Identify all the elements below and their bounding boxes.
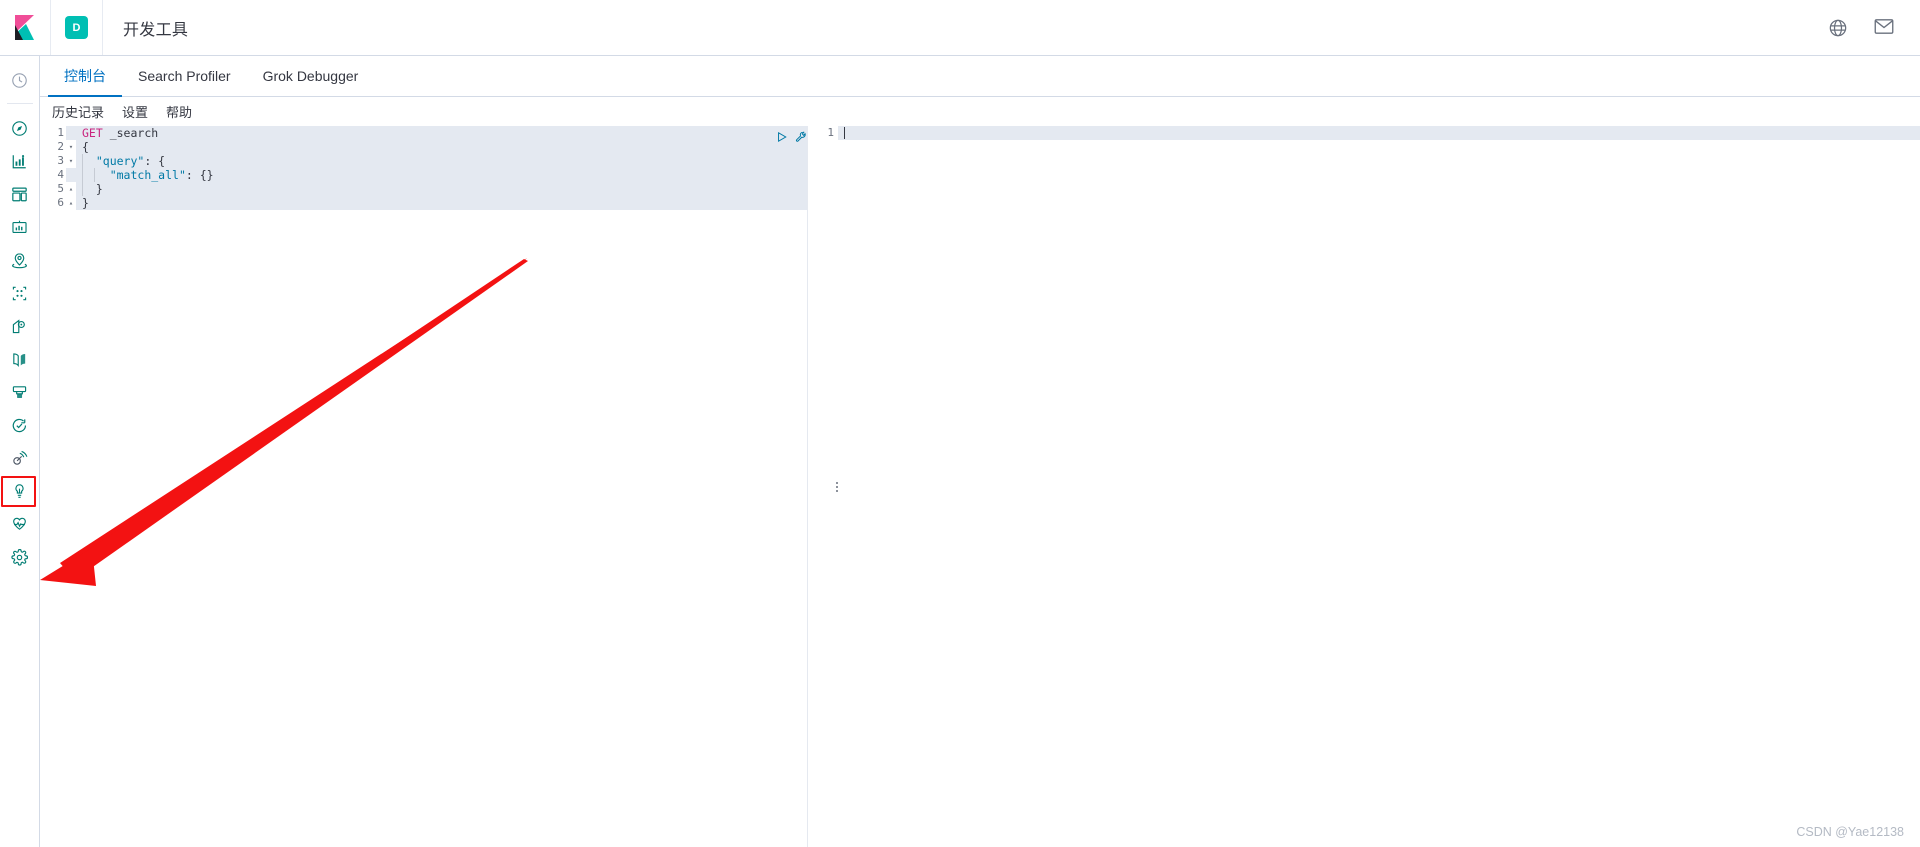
kibana-dev-tools-page: D 开发工具 控制台 Search Profiler Grok Debugger…	[0, 0, 1920, 847]
sidebar-item-canvas[interactable]	[0, 211, 40, 244]
primary-navigation-sidebar	[0, 56, 40, 847]
header-actions	[1828, 18, 1920, 38]
tab-console-label: 控制台	[64, 68, 106, 84]
kibana-logo-icon[interactable]	[0, 0, 51, 55]
code-text: "match_all": {}	[76, 168, 214, 182]
line-number: 5	[40, 182, 66, 196]
code-text: }	[82, 196, 89, 210]
console-menu-history[interactable]: 历史记录	[52, 102, 104, 121]
space-avatar-label: D	[65, 16, 88, 39]
code-text: }	[82, 182, 103, 196]
dev-tools-content: 控制台 Search Profiler Grok Debugger 历史记录 设…	[40, 56, 1920, 847]
sidebar-item-logs[interactable]	[0, 343, 40, 376]
send-request-play-icon[interactable]	[776, 130, 788, 143]
sidebar-item-maps[interactable]	[0, 244, 40, 277]
json-punct-token: : {	[144, 154, 166, 168]
app-body: 控制台 Search Profiler Grok Debugger 历史记录 设…	[0, 56, 1920, 847]
endpoint-token: _search	[102, 126, 159, 140]
console-panes: 1 GET _search 2 ▾ { 3 ▾ "query": {4 "ma…	[40, 126, 1920, 847]
wrench-icon[interactable]	[795, 130, 807, 142]
request-code-block[interactable]: 1 GET _search 2 ▾ { 3 ▾ "query": {4 "ma…	[40, 126, 807, 210]
code-line[interactable]: 4 "match_all": {}	[40, 168, 807, 182]
console-menu-settings[interactable]: 设置	[122, 102, 148, 121]
sidebar-item-management[interactable]	[0, 541, 40, 574]
tab-search-profiler[interactable]: Search Profiler	[122, 57, 247, 97]
editor-scroll-area[interactable]: 1 GET _search 2 ▾ { 3 ▾ "query": {4 "ma…	[40, 126, 807, 847]
dev-tools-tabs: 控制台 Search Profiler Grok Debugger	[40, 56, 1920, 97]
json-key-token: "match_all"	[109, 168, 186, 182]
line-number: 2	[40, 140, 66, 154]
sidebar-item-apm[interactable]	[0, 376, 40, 409]
sidebar-item-siem[interactable]	[0, 442, 40, 475]
space-avatar[interactable]: D	[51, 0, 103, 55]
code-text: "query": {	[76, 154, 165, 168]
editor-action-buttons	[776, 130, 807, 143]
code-line[interactable]: 2 ▾ {	[40, 140, 807, 154]
sidebar-item-discover[interactable]	[0, 112, 40, 145]
http-method-token: GET	[82, 126, 103, 140]
fold-toggle[interactable]: ▴	[66, 196, 76, 210]
text-cursor	[844, 127, 845, 139]
sidebar-item-infrastructure[interactable]	[0, 310, 40, 343]
pane-resize-handle[interactable]	[832, 126, 842, 847]
tab-grok-debugger-label: Grok Debugger	[262, 68, 359, 84]
sidebar-item-uptime[interactable]	[0, 409, 40, 442]
line-number: 4	[40, 168, 66, 182]
sidebar-item-monitoring[interactable]	[0, 508, 40, 541]
fold-toggle[interactable]: ▾	[66, 140, 76, 154]
sidebar-item-machine-learning[interactable]	[0, 277, 40, 310]
sidebar-item-recent[interactable]	[0, 64, 40, 97]
indent-guide	[82, 154, 83, 196]
tab-grok-debugger[interactable]: Grok Debugger	[247, 57, 375, 97]
code-text: GET _search	[76, 126, 158, 140]
indent-guide	[94, 168, 95, 182]
sidebar-item-visualize[interactable]	[0, 145, 40, 178]
json-key-token: "query"	[95, 154, 145, 168]
code-line[interactable]: 1 GET _search	[40, 126, 807, 140]
global-header: D 开发工具	[0, 0, 1920, 56]
code-line[interactable]: 5 ▴ }	[40, 182, 807, 196]
sidebar-item-dashboard[interactable]	[0, 178, 40, 211]
line-number: 1	[40, 126, 66, 140]
console-menu-bar: 历史记录 设置 帮助	[40, 97, 1920, 126]
sidebar-divider	[6, 103, 33, 104]
console-request-editor[interactable]: 1 GET _search 2 ▾ { 3 ▾ "query": {4 "ma…	[40, 126, 808, 847]
fold-toggle[interactable]: ▾	[66, 154, 76, 168]
response-line[interactable]: 1	[808, 126, 1920, 140]
code-line[interactable]: 6 ▴ }	[40, 196, 807, 210]
console-response-editor[interactable]: 1	[808, 126, 1920, 847]
mail-icon[interactable]	[1874, 18, 1894, 38]
line-number: 6	[40, 196, 66, 210]
console-menu-help[interactable]: 帮助	[166, 102, 192, 121]
code-text: {	[82, 140, 89, 154]
resize-grip-icon	[836, 481, 838, 492]
line-number: 3	[40, 154, 66, 168]
json-punct-token: : {}	[185, 168, 214, 182]
watermark-text: CSDN @Yae12138	[1796, 825, 1904, 839]
code-line[interactable]: 3 ▾ "query": {	[40, 154, 807, 168]
sidebar-item-dev-tools[interactable]	[0, 475, 40, 508]
page-title: 开发工具	[123, 21, 189, 39]
fold-toggle[interactable]: ▴	[66, 182, 76, 196]
tab-console[interactable]: 控制台	[48, 57, 122, 97]
tab-search-profiler-label: Search Profiler	[138, 68, 231, 84]
help-circle-icon[interactable]	[1828, 18, 1848, 38]
